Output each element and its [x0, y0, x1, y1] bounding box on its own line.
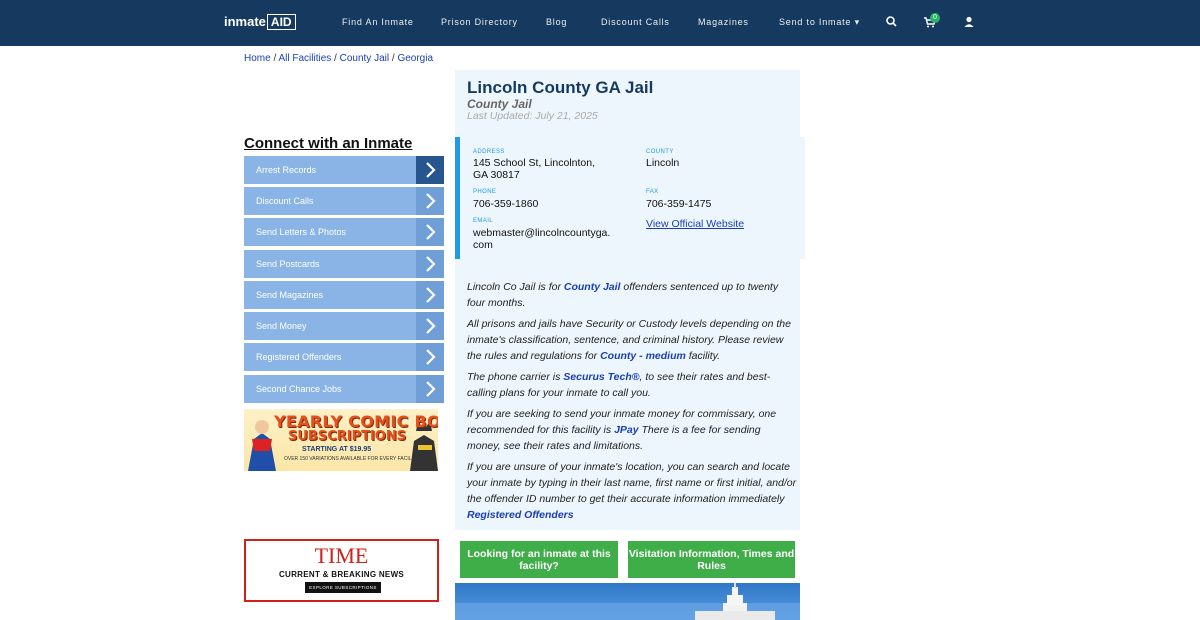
breadcrumb-separator: / [331, 53, 340, 64]
ad-headline-2: SUBSCRIPTIONS [288, 429, 407, 444]
user-icon[interactable] [961, 14, 977, 30]
address-label: ADDRESS [473, 149, 505, 155]
sidebar-item-label: Registered Offenders [256, 352, 342, 362]
description-paragraph-2: All prisons and jails have Security or C… [467, 316, 797, 364]
county-jail-link[interactable]: County Jail [564, 281, 621, 293]
last-updated: Last Updated: July 21, 2025 [467, 110, 598, 122]
chevron-right-icon [416, 156, 444, 184]
site-logo[interactable]: inmate AID [224, 14, 296, 30]
phone-label: PHONE [473, 189, 497, 195]
county-label: COUNTY [646, 149, 674, 155]
courthouse-building-image [455, 583, 800, 620]
facility-type: County Jail [467, 97, 532, 111]
time-tagline: CURRENT & BREAKING NEWS [278, 570, 405, 579]
caret-down-icon: ▾ [854, 17, 860, 27]
sidebar-item-second-chance-jobs[interactable]: Second Chance Jobs [244, 375, 444, 403]
email-line-1: webmaster@lincolncountyga. [473, 227, 611, 239]
sidebar-item-discount-calls[interactable]: Discount Calls [244, 187, 444, 215]
county-medium-link[interactable]: County - medium [600, 350, 686, 362]
address-line-2: GA 30817 [473, 169, 520, 181]
logo-aid-text: AID [266, 14, 296, 30]
nav-send-to-inmate[interactable]: Send to Inmate ▾ [779, 17, 860, 28]
sidebar-item-label: Send Letters & Photos [256, 227, 347, 237]
sidebar-item-registered-offenders[interactable]: Registered Offenders [244, 343, 444, 371]
official-website-link[interactable]: View Official Website [646, 218, 744, 230]
chevron-right-icon [416, 250, 444, 278]
top-navbar: inmate AID Find An Inmate Prison Director… [0, 0, 1200, 46]
jpay-link[interactable]: JPay [614, 424, 639, 436]
fax-label: FAX [646, 189, 659, 195]
description-paragraph-1: Lincoln Co Jail is for County Jail offen… [467, 279, 797, 311]
breadcrumb-georgia[interactable]: Georgia [397, 53, 433, 64]
sidebar-item-send-postcards[interactable]: Send Postcards [244, 250, 444, 278]
visitation-info-button[interactable]: Visitation Information, Times and Rules [628, 541, 795, 578]
nav-prison-directory[interactable]: Prison Directory [441, 17, 518, 27]
sidebar-item-label: Send Magazines [256, 290, 324, 300]
sidebar-item-label: Send Money [256, 321, 307, 331]
address-line-1: 145 School St, Lincolnton, [473, 157, 596, 169]
breadcrumb-county-jail[interactable]: County Jail [340, 53, 389, 64]
desc-text: The phone carrier is [467, 371, 564, 383]
website-link-wrap: View Official Website [646, 218, 744, 230]
phone-value: 706-359-1860 [473, 198, 539, 210]
nav-send-label: Send to Inmate [779, 17, 852, 27]
ad-price: STARTING AT $19.95 [302, 446, 372, 453]
chevron-right-icon [416, 187, 444, 215]
county-value: Lincoln [646, 157, 680, 169]
description-paragraph-4: If you are seeking to send your inmate m… [467, 406, 797, 454]
ad-fineprint: OVER 150 VARIATIONS AVAILABLE FOR EVERY … [284, 456, 420, 462]
sidebar-item-label: Arrest Records [256, 165, 317, 175]
logo-text: inmate [224, 14, 266, 29]
description-paragraph-3: The phone carrier is Securus Tech®, to s… [467, 369, 797, 401]
sidebar-item-send-magazines[interactable]: Send Magazines [244, 281, 444, 309]
chevron-right-icon [416, 375, 444, 403]
sidebar-item-send-money[interactable]: Send Money [244, 312, 444, 340]
comic-subscription-ad[interactable]: YEARLY COMIC BOOK SUBSCRIPTIONS STARTING… [244, 409, 438, 471]
facility-name: Lincoln County GA Jail [467, 78, 654, 97]
desc-text: Lincoln Co Jail is for [467, 281, 564, 293]
nav-discount-calls[interactable]: Discount Calls [601, 17, 670, 27]
desc-text: facility. [685, 350, 721, 362]
sidebar-item-arrest-records[interactable]: Arrest Records [244, 156, 444, 184]
desc-text: If you are unsure of your inmate's locat… [467, 461, 797, 505]
sidebar-item-label: Second Chance Jobs [256, 384, 342, 394]
chevron-right-icon [416, 281, 444, 309]
breadcrumb-home[interactable]: Home [244, 53, 271, 64]
looking-for-inmate-button[interactable]: Looking for an inmate at this facility? [460, 541, 618, 578]
time-magazine-ad[interactable]: TIME CURRENT & BREAKING NEWS EXPLORE SUB… [244, 539, 439, 602]
nav-blog[interactable]: Blog [546, 17, 567, 27]
securus-tech-link[interactable]: Securus Tech® [563, 371, 639, 383]
time-logo: TIME [314, 543, 369, 568]
chevron-right-icon [416, 218, 444, 246]
search-icon[interactable] [884, 14, 900, 30]
sidebar-item-label: Send Postcards [256, 259, 320, 269]
breadcrumb-all-facilities[interactable]: All Facilities [278, 53, 331, 64]
registered-offenders-link[interactable]: Registered Offenders [467, 509, 574, 521]
nav-magazines[interactable]: Magazines [698, 17, 749, 27]
cart-count-badge: 0 [930, 13, 940, 23]
nav-find-inmate[interactable]: Find An Inmate [342, 17, 414, 27]
sidebar-item-send-letters[interactable]: Send Letters & Photos [244, 218, 444, 246]
facility-photo [455, 583, 800, 620]
sidebar-title: Connect with an Inmate [244, 135, 413, 152]
chevron-right-icon [416, 343, 444, 371]
breadcrumb: Home / All Facilities / County Jail / Ge… [244, 53, 433, 64]
explore-subscriptions-button[interactable]: EXPLORE SUBSCRIPTIONS [305, 582, 381, 593]
email-line-2: com [473, 239, 493, 251]
sidebar-item-label: Discount Calls [256, 196, 314, 206]
description-paragraph-5: If you are unsure of your inmate's locat… [467, 459, 797, 523]
chevron-right-icon [416, 312, 444, 340]
email-label: EMAIL [473, 218, 494, 224]
fax-value: 706-359-1475 [646, 198, 712, 210]
